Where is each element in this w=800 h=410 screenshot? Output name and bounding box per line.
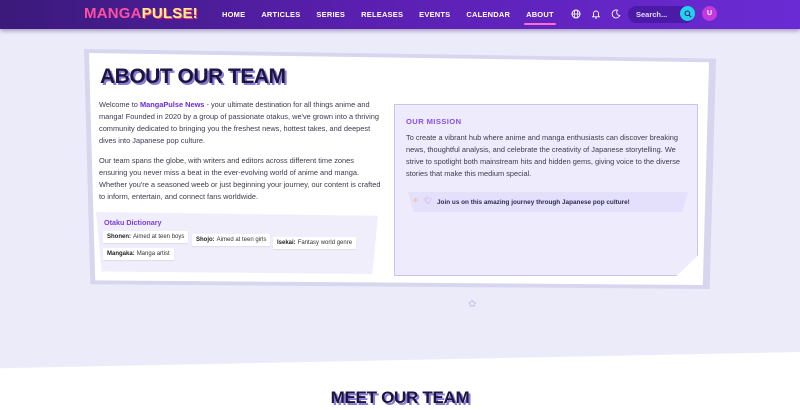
heart-icon: ♡ <box>424 196 433 206</box>
term-label: Shonen: <box>107 234 131 240</box>
term-definition: Fantasy world genre <box>297 240 353 246</box>
nav-item-series[interactable]: SERIES <box>308 0 353 29</box>
nav-item-releases[interactable]: RELEASES <box>353 0 411 29</box>
nav-item-calendar[interactable]: CALENDAR <box>458 0 518 29</box>
search-button[interactable] <box>680 6 695 21</box>
main-menu: HOME ARTICLES SERIES RELEASES EVENTS CAL… <box>214 0 562 29</box>
dictionary-term: Mangaka: Manga artist <box>103 248 174 260</box>
about-intro-paragraph: Welcome to MangaPulse News - your ultima… <box>99 99 383 147</box>
moon-icon[interactable] <box>609 7 623 21</box>
nav-item-articles[interactable]: ARTICLES <box>253 0 308 29</box>
sparkle-icon: ✦ <box>412 196 419 205</box>
mission-title: OUR MISSION <box>406 117 462 126</box>
brand-highlight: MangaPulse News <box>139 100 205 109</box>
nav-item-home[interactable]: HOME <box>214 0 253 29</box>
search-icon <box>684 10 692 18</box>
term-label: Mangaka: <box>107 251 135 257</box>
dictionary-title: Otaku Dictionary <box>104 218 162 227</box>
nav-item-about[interactable]: ABOUT <box>518 0 562 29</box>
globe-icon[interactable] <box>569 7 583 21</box>
intro-prefix: Welcome to <box>99 100 140 109</box>
about-team-paragraph: Our team spans the globe, with writers a… <box>99 156 381 201</box>
logo-text-pulse: PULSE! <box>141 5 198 22</box>
nav-item-events[interactable]: EVENTS <box>411 0 458 29</box>
logo-text-manga: MANGA <box>84 5 142 22</box>
bell-icon[interactable] <box>589 7 603 21</box>
top-navbar: MANGAPULSE! HOME ARTICLES SERIES RELEASE… <box>0 0 800 29</box>
term-label: Shojo: <box>196 237 215 243</box>
term-definition: Aimed at teen boys <box>133 234 185 240</box>
term-definition: Manga artist <box>136 251 170 257</box>
decorative-icon: ✿ <box>468 299 477 310</box>
user-avatar[interactable]: U <box>702 6 717 21</box>
mission-banner-text: Join us on this amazing journey through … <box>437 199 630 206</box>
dictionary-term: Isekai: Fantasy world genre <box>273 237 357 249</box>
mission-panel <box>394 104 698 276</box>
about-title: ABOUT OUR TEAM <box>100 65 286 88</box>
dictionary-term: Shojo: Aimed at teen girls <box>192 234 271 246</box>
search-input[interactable] <box>628 10 678 19</box>
term-definition: Aimed at teen girls <box>216 237 267 243</box>
term-label: Isekai: <box>277 240 296 246</box>
team-title: MEET OUR TEAM <box>330 388 470 407</box>
mission-text: To create a vibrant hub where anime and … <box>406 133 681 178</box>
site-logo[interactable]: MANGAPULSE! <box>84 5 198 23</box>
dictionary-term: Shonen: Aimed at teen boys <box>103 231 189 243</box>
